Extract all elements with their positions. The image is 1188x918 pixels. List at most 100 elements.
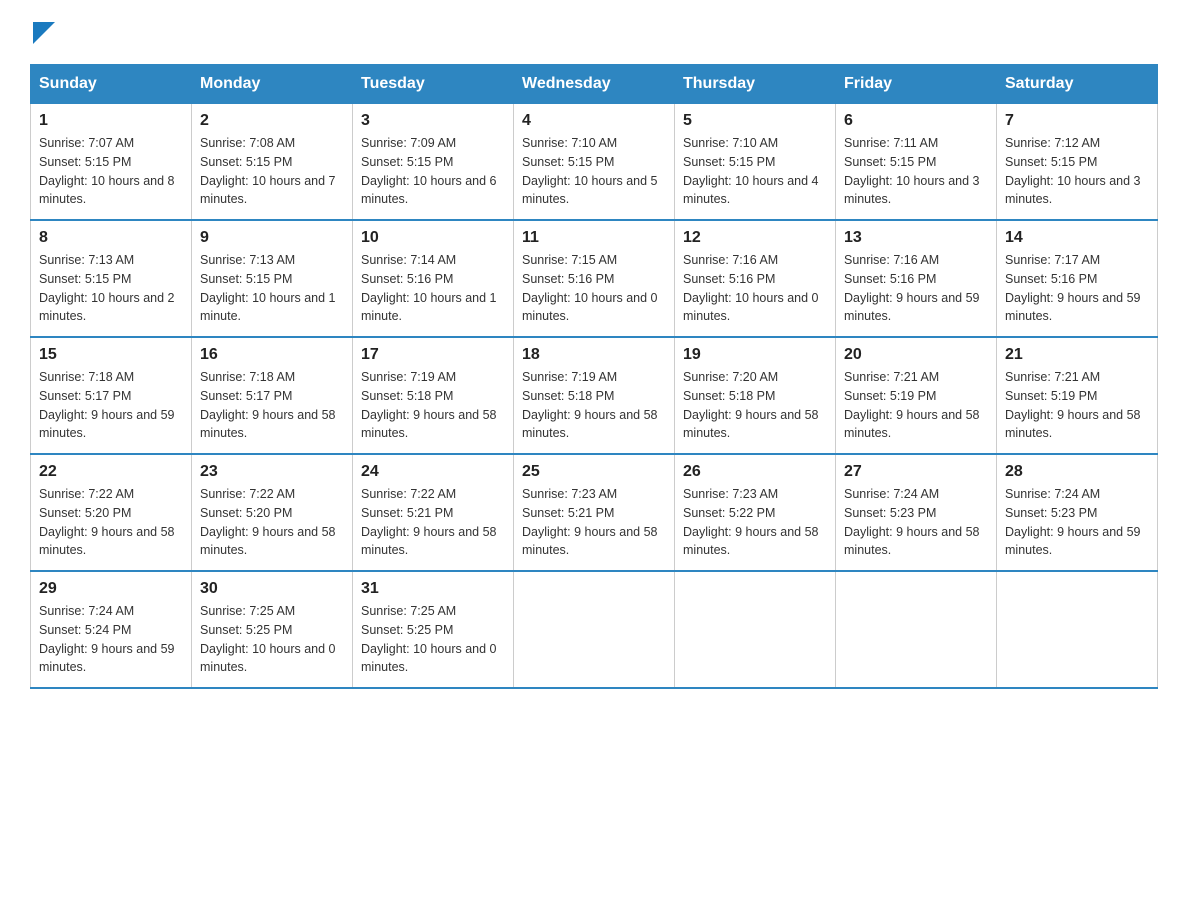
day-info: Sunrise: 7:08 AMSunset: 5:15 PMDaylight:… <box>200 134 344 209</box>
day-info: Sunrise: 7:17 AMSunset: 5:16 PMDaylight:… <box>1005 251 1149 326</box>
calendar-cell: 30 Sunrise: 7:25 AMSunset: 5:25 PMDayligh… <box>192 571 353 688</box>
day-info: Sunrise: 7:24 AMSunset: 5:23 PMDaylight:… <box>844 485 988 560</box>
day-info: Sunrise: 7:18 AMSunset: 5:17 PMDaylight:… <box>200 368 344 443</box>
day-info: Sunrise: 7:22 AMSunset: 5:20 PMDaylight:… <box>39 485 183 560</box>
calendar-cell: 8Sunrise: 7:13 AMSunset: 5:15 PMDaylight… <box>31 220 192 337</box>
day-info: Sunrise: 7:10 AMSunset: 5:15 PMDaylight:… <box>683 134 827 209</box>
day-number: 17 <box>361 346 505 364</box>
weekday-header-sunday: Sunday <box>31 65 192 104</box>
calendar-cell: 12 Sunrise: 7:16 AMSunset: 5:16 PMDayligh… <box>675 220 836 337</box>
calendar-cell: 24 Sunrise: 7:22 AMSunset: 5:21 PMDayligh… <box>353 454 514 571</box>
calendar-cell: 29 Sunrise: 7:24 AMSunset: 5:24 PMDayligh… <box>31 571 192 688</box>
calendar-cell: 27 Sunrise: 7:24 AMSunset: 5:23 PMDayligh… <box>836 454 997 571</box>
calendar-week-row: 22 Sunrise: 7:22 AMSunset: 5:20 PMDayligh… <box>31 454 1158 571</box>
calendar-cell: 28 Sunrise: 7:24 AMSunset: 5:23 PMDayligh… <box>997 454 1158 571</box>
calendar-cell: 25Sunrise: 7:23 AMSunset: 5:21 PMDayligh… <box>514 454 675 571</box>
calendar-cell: 11 Sunrise: 7:15 AMSunset: 5:16 PMDayligh… <box>514 220 675 337</box>
calendar-cell: 17 Sunrise: 7:19 AMSunset: 5:18 PMDayligh… <box>353 337 514 454</box>
day-number: 29 <box>39 580 183 598</box>
day-info: Sunrise: 7:20 AMSunset: 5:18 PMDaylight:… <box>683 368 827 443</box>
day-number: 2 <box>200 112 344 130</box>
day-number: 5 <box>683 112 827 130</box>
day-info: Sunrise: 7:24 AMSunset: 5:24 PMDaylight:… <box>39 602 183 677</box>
calendar-cell <box>514 571 675 688</box>
logo <box>30 20 55 44</box>
day-info: Sunrise: 7:21 AMSunset: 5:19 PMDaylight:… <box>844 368 988 443</box>
day-number: 28 <box>1005 463 1149 481</box>
weekday-header-thursday: Thursday <box>675 65 836 104</box>
weekday-header-tuesday: Tuesday <box>353 65 514 104</box>
calendar-cell: 1 Sunrise: 7:07 AMSunset: 5:15 PMDaylight… <box>31 104 192 221</box>
calendar-cell: 31 Sunrise: 7:25 AMSunset: 5:25 PMDayligh… <box>353 571 514 688</box>
day-info: Sunrise: 7:23 AMSunset: 5:22 PMDaylight:… <box>683 485 827 560</box>
day-info: Sunrise: 7:14 AMSunset: 5:16 PMDaylight:… <box>361 251 505 326</box>
calendar-week-row: 8 Sunrise: 7:13 AMSunset: 5:15 PMDaylight… <box>31 220 1158 337</box>
day-info: Sunrise: 7:19 AMSunset: 5:18 PMDaylight:… <box>522 368 666 443</box>
calendar-cell: 23 Sunrise: 7:22 AMSunset: 5:20 PMDayligh… <box>192 454 353 571</box>
day-number: 30 <box>200 580 344 598</box>
day-info: Sunrise: 7:15 AMSunset: 5:16 PMDaylight:… <box>522 251 666 326</box>
day-info: Sunrise: 7:22 AMSunset: 5:20 PMDaylight:… <box>200 485 344 560</box>
calendar-week-row: 1 Sunrise: 7:07 AMSunset: 5:15 PMDaylight… <box>31 104 1158 221</box>
calendar-cell: 22 Sunrise: 7:22 AMSunset: 5:20 PMDayligh… <box>31 454 192 571</box>
calendar-cell: 6Sunrise: 7:11 AMSunset: 5:15 PMDaylight… <box>836 104 997 221</box>
logo-triangle-icon <box>33 22 55 44</box>
day-number: 8 <box>39 229 183 247</box>
day-info: Sunrise: 7:10 AMSunset: 5:15 PMDaylight:… <box>522 134 666 209</box>
calendar-cell: 18 Sunrise: 7:19 AMSunset: 5:18 PMDayligh… <box>514 337 675 454</box>
day-info: Sunrise: 7:25 AMSunset: 5:25 PMDaylight:… <box>361 602 505 677</box>
day-number: 24 <box>361 463 505 481</box>
day-info: Sunrise: 7:16 AMSunset: 5:16 PMDaylight:… <box>844 251 988 326</box>
calendar-cell: 3Sunrise: 7:09 AMSunset: 5:15 PMDaylight… <box>353 104 514 221</box>
day-info: Sunrise: 7:25 AMSunset: 5:25 PMDaylight:… <box>200 602 344 677</box>
weekday-header-saturday: Saturday <box>997 65 1158 104</box>
day-number: 11 <box>522 229 666 247</box>
weekday-header-friday: Friday <box>836 65 997 104</box>
day-info: Sunrise: 7:22 AMSunset: 5:21 PMDaylight:… <box>361 485 505 560</box>
day-info: Sunrise: 7:16 AMSunset: 5:16 PMDaylight:… <box>683 251 827 326</box>
calendar-cell <box>675 571 836 688</box>
day-number: 23 <box>200 463 344 481</box>
day-info: Sunrise: 7:13 AMSunset: 5:15 PMDaylight:… <box>200 251 344 326</box>
weekday-header-row: SundayMondayTuesdayWednesdayThursdayFrid… <box>31 65 1158 104</box>
calendar-cell: 14 Sunrise: 7:17 AMSunset: 5:16 PMDayligh… <box>997 220 1158 337</box>
calendar-cell: 19 Sunrise: 7:20 AMSunset: 5:18 PMDayligh… <box>675 337 836 454</box>
day-number: 27 <box>844 463 988 481</box>
day-number: 1 <box>39 112 183 130</box>
calendar-cell: 21 Sunrise: 7:21 AMSunset: 5:19 PMDayligh… <box>997 337 1158 454</box>
day-info: Sunrise: 7:11 AMSunset: 5:15 PMDaylight:… <box>844 134 988 209</box>
day-info: Sunrise: 7:12 AMSunset: 5:15 PMDaylight:… <box>1005 134 1149 209</box>
calendar-cell <box>836 571 997 688</box>
calendar-cell: 9 Sunrise: 7:13 AMSunset: 5:15 PMDaylight… <box>192 220 353 337</box>
day-info: Sunrise: 7:21 AMSunset: 5:19 PMDaylight:… <box>1005 368 1149 443</box>
calendar-week-row: 29 Sunrise: 7:24 AMSunset: 5:24 PMDayligh… <box>31 571 1158 688</box>
day-info: Sunrise: 7:18 AMSunset: 5:17 PMDaylight:… <box>39 368 183 443</box>
day-number: 12 <box>683 229 827 247</box>
weekday-header-monday: Monday <box>192 65 353 104</box>
day-number: 22 <box>39 463 183 481</box>
day-number: 21 <box>1005 346 1149 364</box>
day-number: 14 <box>1005 229 1149 247</box>
calendar-cell: 20Sunrise: 7:21 AMSunset: 5:19 PMDayligh… <box>836 337 997 454</box>
calendar-cell: 16 Sunrise: 7:18 AMSunset: 5:17 PMDayligh… <box>192 337 353 454</box>
day-number: 18 <box>522 346 666 364</box>
day-number: 13 <box>844 229 988 247</box>
day-number: 9 <box>200 229 344 247</box>
day-number: 10 <box>361 229 505 247</box>
day-number: 26 <box>683 463 827 481</box>
day-number: 16 <box>200 346 344 364</box>
day-number: 4 <box>522 112 666 130</box>
day-info: Sunrise: 7:24 AMSunset: 5:23 PMDaylight:… <box>1005 485 1149 560</box>
day-number: 3 <box>361 112 505 130</box>
calendar-week-row: 15 Sunrise: 7:18 AMSunset: 5:17 PMDayligh… <box>31 337 1158 454</box>
day-number: 15 <box>39 346 183 364</box>
day-number: 31 <box>361 580 505 598</box>
calendar-cell: 10 Sunrise: 7:14 AMSunset: 5:16 PMDayligh… <box>353 220 514 337</box>
calendar-cell: 5 Sunrise: 7:10 AMSunset: 5:15 PMDaylight… <box>675 104 836 221</box>
day-info: Sunrise: 7:23 AMSunset: 5:21 PMDaylight:… <box>522 485 666 560</box>
calendar-cell: 7Sunrise: 7:12 AMSunset: 5:15 PMDaylight… <box>997 104 1158 221</box>
calendar-cell: 2 Sunrise: 7:08 AMSunset: 5:15 PMDaylight… <box>192 104 353 221</box>
day-info: Sunrise: 7:19 AMSunset: 5:18 PMDaylight:… <box>361 368 505 443</box>
day-info: Sunrise: 7:07 AMSunset: 5:15 PMDaylight:… <box>39 134 183 209</box>
day-number: 19 <box>683 346 827 364</box>
